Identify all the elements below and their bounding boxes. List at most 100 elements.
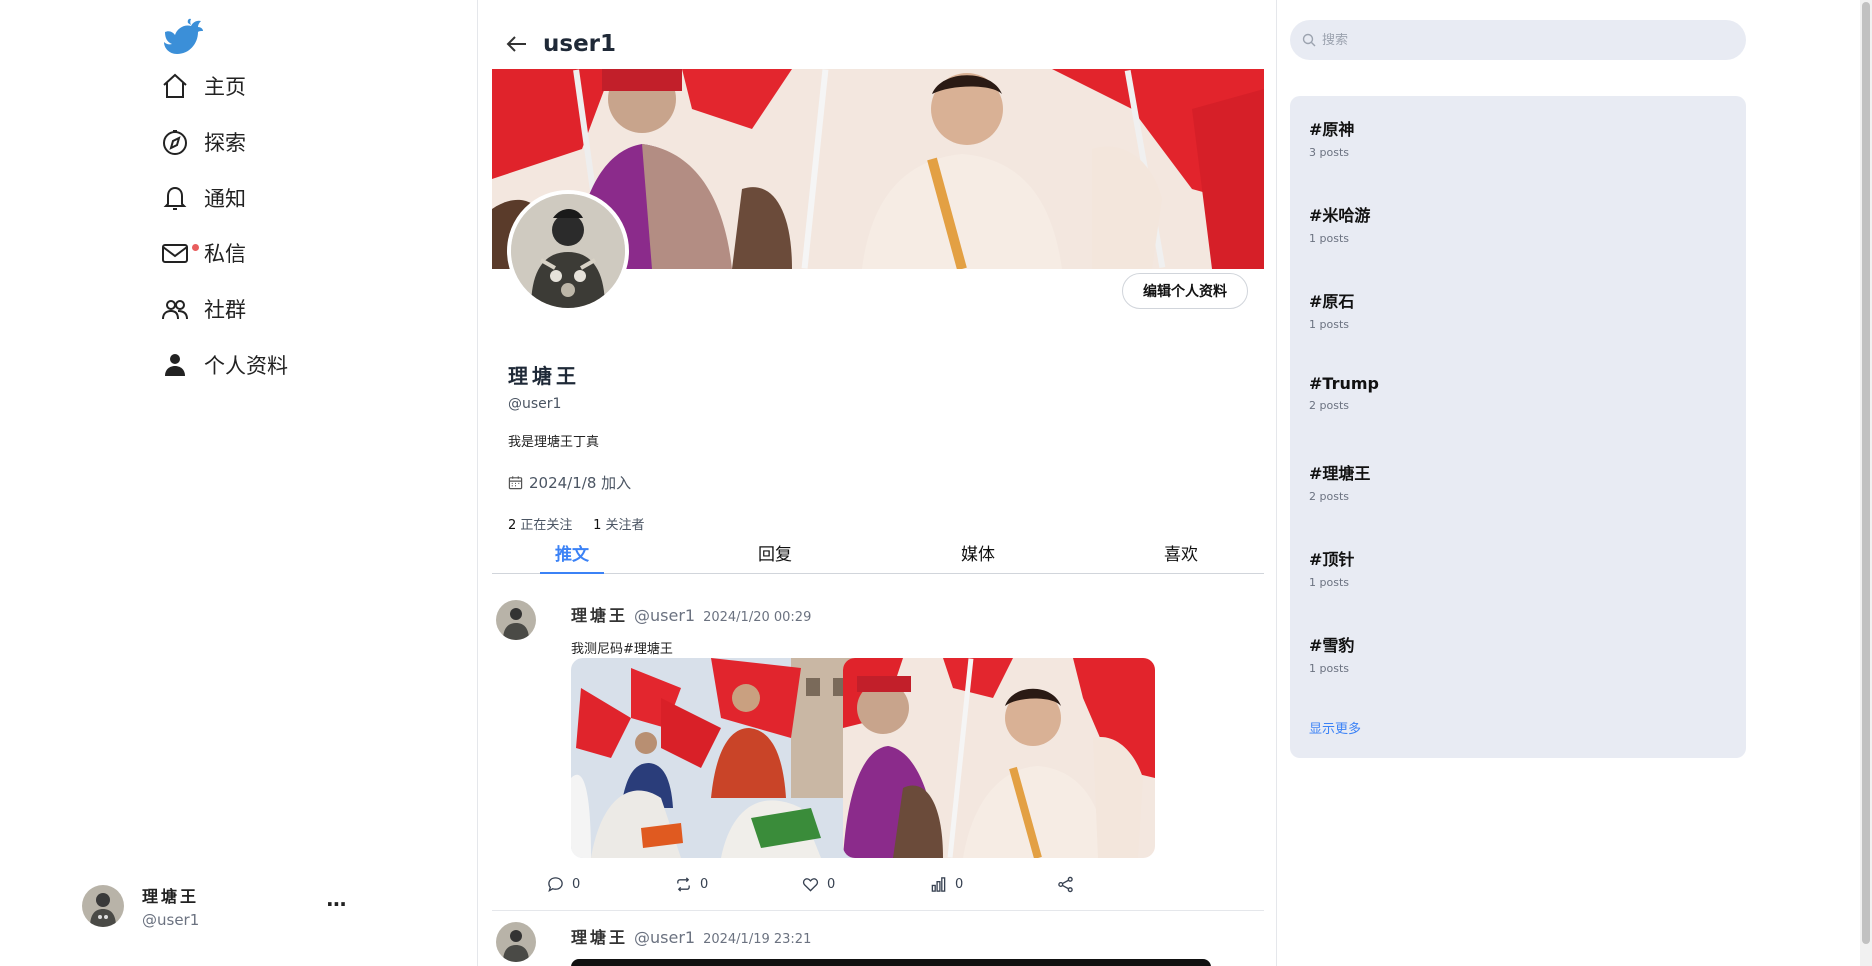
profile-column: user1 编辑个人资料 理塘王 @user1 我是理塘王丁真 2024/1/8… — [479, 0, 1277, 966]
tweet-video[interactable] — [571, 959, 1211, 966]
calendar-icon — [508, 476, 523, 490]
tweet-image[interactable] — [571, 658, 883, 858]
bird-logo-icon[interactable] — [161, 18, 205, 58]
retweet-icon — [677, 877, 690, 892]
views-button[interactable]: 0 — [930, 876, 963, 893]
trend-tag: #原石 — [1309, 292, 1355, 311]
trend-count: 1 posts — [1309, 662, 1349, 675]
person-icon — [160, 350, 190, 380]
tweet-actions: 0 0 0 0 — [492, 876, 1264, 896]
join-date: 2024/1/8 加入 — [508, 472, 631, 493]
trend-item[interactable]: #米哈游 1 posts — [1309, 202, 1370, 245]
tweet-divider — [492, 910, 1264, 911]
show-more-link[interactable]: 显示更多 — [1309, 718, 1361, 737]
scrollbar-thumb[interactable] — [1862, 2, 1870, 944]
comment-icon — [548, 877, 563, 893]
back-arrow-icon[interactable] — [505, 32, 529, 56]
retweet-count: 0 — [700, 877, 709, 892]
home-icon — [160, 71, 190, 101]
heart-icon — [802, 878, 819, 892]
followers-label: 关注者 — [605, 518, 645, 533]
nav-item-notifications[interactable]: 通知 — [160, 178, 246, 218]
tab-likes[interactable]: 喜欢 — [1149, 540, 1213, 574]
nav-item-home[interactable]: 主页 — [160, 66, 246, 106]
bar-chart-icon — [931, 877, 946, 892]
account-switcher[interactable]: 理塘王 @user1 ··· — [82, 884, 362, 929]
trend-item[interactable]: #理塘王 2 posts — [1309, 460, 1370, 503]
nav-label: 探索 — [204, 131, 246, 155]
compass-icon — [160, 127, 190, 157]
tweet-meta: 理塘王 @user1 2024/1/19 23:21 — [571, 924, 811, 948]
profile-bio: 我是理塘王丁真 — [508, 435, 600, 450]
trend-count: 1 posts — [1309, 318, 1349, 331]
nav-label: 个人资料 — [204, 354, 288, 378]
trend-count: 2 posts — [1309, 490, 1349, 503]
nav-label: 社群 — [204, 298, 246, 322]
profile-name: 理塘王 — [508, 364, 580, 388]
tab-media[interactable]: 媒体 — [946, 540, 1010, 574]
trend-tag: #顶针 — [1309, 550, 1355, 569]
bell-icon — [160, 183, 190, 213]
following-link[interactable]: 2 正在关注 — [508, 518, 572, 533]
nav-item-profile[interactable]: 个人资料 — [160, 345, 288, 385]
trend-tag: #雪豹 — [1309, 636, 1355, 655]
trend-count: 1 posts — [1309, 576, 1349, 589]
trend-count: 1 posts — [1309, 232, 1349, 245]
following-label: 正在关注 — [520, 518, 573, 533]
trend-tag: #理塘王 — [1309, 464, 1371, 483]
app-root: 主页 探索 通知 私信 社群 个人资料 理塘王 @user1 ··· user1… — [0, 0, 1872, 966]
follow-stats: 2 正在关注 1 关注者 — [508, 514, 645, 533]
tweet-author-name[interactable]: 理塘王 — [571, 606, 628, 625]
trend-item[interactable]: #Trump 2 posts — [1309, 374, 1379, 412]
avatar[interactable] — [496, 600, 536, 640]
reply-count: 0 — [572, 877, 581, 892]
account-handle: @user1 — [142, 911, 200, 929]
tab-tweets[interactable]: 推文 — [540, 540, 604, 574]
edit-profile-button[interactable]: 编辑个人资料 — [1122, 273, 1248, 309]
tab-replies[interactable]: 回复 — [743, 540, 807, 574]
trend-item[interactable]: #原石 1 posts — [1309, 288, 1354, 331]
trend-item[interactable]: #顶针 1 posts — [1309, 546, 1354, 589]
nav-item-explore[interactable]: 探索 — [160, 122, 246, 162]
tweet[interactable]: 理塘王 @user1 2024/1/20 00:29 我测尼码#理塘王 0 0 … — [492, 600, 1264, 910]
avatar — [82, 885, 124, 927]
nav-label: 通知 — [204, 187, 246, 211]
tweet-author-handle: @user1 — [634, 606, 696, 625]
tweet-meta: 理塘王 @user1 2024/1/20 00:29 — [571, 602, 811, 626]
share-icon — [1058, 876, 1073, 893]
account-name: 理塘王 — [142, 887, 200, 906]
search-input[interactable] — [1322, 32, 1722, 48]
mail-icon — [160, 238, 199, 268]
tweet-author-name[interactable]: 理塘王 — [571, 928, 628, 947]
trend-tag: #Trump — [1309, 374, 1379, 393]
trend-item[interactable]: #原神 3 posts — [1309, 116, 1354, 159]
search-box[interactable] — [1290, 20, 1746, 60]
retweet-button[interactable]: 0 — [675, 876, 708, 893]
trend-tag: #原神 — [1309, 120, 1355, 139]
notification-dot — [192, 244, 199, 251]
like-button[interactable]: 0 — [802, 876, 835, 893]
share-button[interactable] — [1057, 876, 1082, 893]
search-icon — [1302, 33, 1316, 47]
followers-count: 1 — [593, 518, 602, 533]
scrollbar[interactable] — [1860, 0, 1872, 966]
tweet-timestamp: 2024/1/19 23:21 — [703, 932, 812, 947]
nav-item-communities[interactable]: 社群 — [160, 289, 246, 329]
profile-tabs: 推文 回复 媒体 喜欢 — [492, 540, 1264, 574]
trend-item[interactable]: #雪豹 1 posts — [1309, 632, 1354, 675]
page-title: user1 — [543, 31, 617, 57]
reply-button[interactable]: 0 — [547, 876, 580, 893]
profile-avatar[interactable] — [507, 190, 629, 312]
trends-panel: #原神 3 posts #米哈游 1 posts #原石 1 posts #Tr… — [1290, 96, 1746, 758]
avatar[interactable] — [496, 922, 536, 962]
tweet[interactable]: 理塘王 @user1 2024/1/19 23:21 — [492, 922, 1264, 966]
tweet-timestamp: 2024/1/20 00:29 — [703, 610, 812, 625]
trend-count: 2 posts — [1309, 399, 1349, 412]
nav-item-messages[interactable]: 私信 — [160, 233, 246, 273]
followers-link[interactable]: 1 关注者 — [593, 518, 644, 533]
like-count: 0 — [827, 877, 836, 892]
more-options-icon[interactable]: ··· — [326, 892, 347, 916]
tweet-text: 我测尼码#理塘王 — [571, 642, 673, 657]
tweet-image[interactable] — [843, 658, 1155, 858]
nav-label: 私信 — [204, 242, 246, 266]
